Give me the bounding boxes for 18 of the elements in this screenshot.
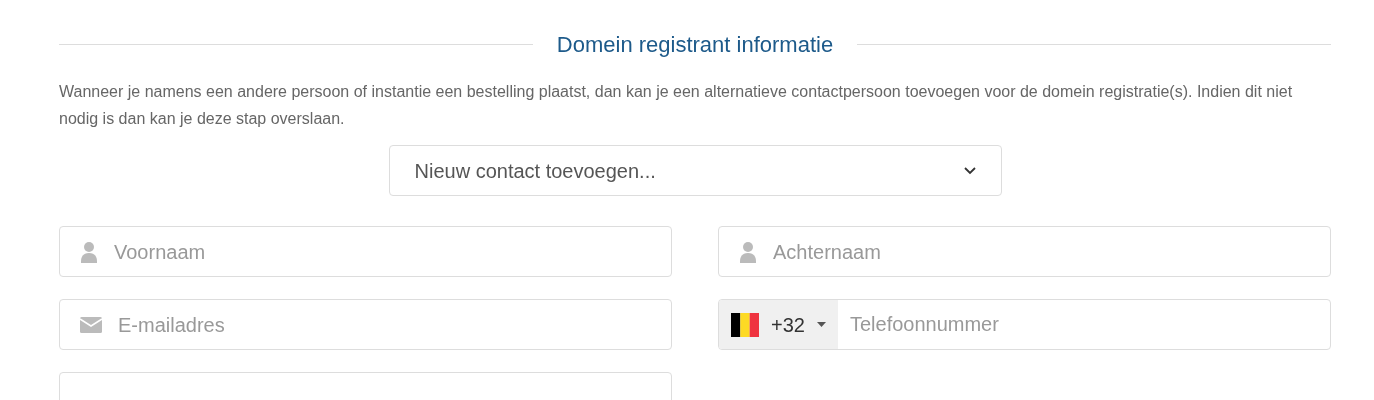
chevron-down-icon (963, 166, 976, 175)
flag-icon (731, 312, 759, 337)
country-code-selector[interactable]: +32 (719, 300, 838, 349)
phone-field[interactable]: +32 Telefoonnummer (718, 299, 1331, 350)
text-input[interactable]: Achternaam (773, 236, 1310, 267)
person-icon (739, 240, 757, 263)
section-title: Domein registrant informatie (556, 31, 834, 59)
person-icon (80, 240, 98, 263)
envelope-icon (80, 316, 102, 333)
text-input[interactable]: E-mailadres (118, 309, 651, 340)
text-input[interactable]: Voornaam (114, 236, 651, 267)
contact-select[interactable]: Nieuw contact toevoegen... (388, 145, 1002, 196)
input-field[interactable]: Achternaam (718, 226, 1331, 277)
caret-icon (816, 322, 826, 327)
input-field[interactable]: Voornaam (59, 226, 672, 277)
description-text: Wanneer je namens een andere persoon of instantie een bestelling plaatst, dan kan je een alternatieve contactpersoon toevoegen voor de domein registratie(s). Indien dit niet nodig is dan kan je deze stap overslaan. (59, 82, 1294, 129)
phone-input[interactable]: Telefoonnummer (837, 300, 1330, 349)
input-field[interactable]: E-mailadres (59, 299, 672, 350)
